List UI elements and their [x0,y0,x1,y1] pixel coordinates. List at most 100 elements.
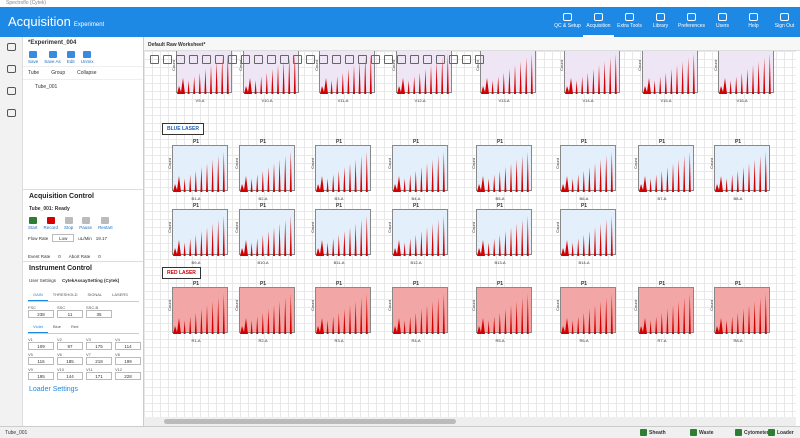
toolbar-tool-icon[interactable] [202,55,211,64]
nav-users[interactable]: Users [707,13,738,29]
gain-input[interactable]: 199 [115,357,141,365]
histogram-plot[interactable]: P1 Count B10-A [231,203,296,265]
toolbar-tool-icon[interactable] [306,55,315,64]
toolbar-tool-icon[interactable] [371,55,380,64]
nav-extra-tools[interactable]: Extra Tools [614,13,645,29]
tab-gain[interactable]: GAIN [28,289,48,301]
nav-qc-setup[interactable]: QC & Setup [552,13,583,29]
gain-input[interactable]: 218 [86,357,112,365]
toolbar-tool-icon[interactable] [423,55,432,64]
gain-input[interactable]: 114 [115,342,141,350]
pause-button[interactable]: Pause [79,217,92,230]
tab-lasers[interactable]: LASERS [107,289,133,301]
histogram-plot[interactable]: P1 Count B13-A [468,203,533,265]
toolbar-tool-icon[interactable] [228,55,237,64]
flow-rate-select[interactable]: Low [52,234,75,242]
toolbar-tool-icon[interactable] [358,55,367,64]
gain-input[interactable]: 195 [28,372,54,380]
horizontal-scrollbar[interactable] [144,417,796,426]
action-edit[interactable]: Edit [66,51,75,64]
histogram-plot[interactable]: P1 Count R5-A [468,281,533,343]
histogram-plot[interactable]: P1CountV15-A [634,51,699,103]
histogram-plot[interactable]: P1 Count R4-A [384,281,449,343]
chart-icon[interactable] [6,65,16,73]
gain-input[interactable]: 175 [86,342,112,350]
toolbar-tool-icon[interactable] [436,55,445,64]
toolbar-tool-icon[interactable] [241,55,250,64]
histogram-plot[interactable]: P1 Count R7-A [630,281,695,343]
histogram-plot[interactable]: P1 Count B12-A [384,203,449,265]
gain-input[interactable]: 228 [115,372,141,380]
histogram-plot[interactable]: P1 Count R6-A [552,281,617,343]
histogram-plot[interactable]: P1 Count B11-A [307,203,372,265]
gain-input[interactable]: 35 [86,310,112,318]
histogram-plot[interactable]: P1CountV14-A [556,51,621,103]
nav-sign-out[interactable]: Sign Out [769,13,800,29]
nav-acquisition[interactable]: Acquisition [583,13,614,37]
subtab-red[interactable]: Red [66,321,83,333]
toolbar-tool-icon[interactable] [280,55,289,64]
histogram-plot[interactable]: P1 Count B3-A [307,139,372,201]
action-save[interactable]: Save [28,51,38,64]
tube-item[interactable]: Tube_001 [23,80,143,94]
toolbar-tool-icon[interactable] [319,55,328,64]
histogram-plot[interactable]: P1 Count B14-A [552,203,617,265]
histogram-plot[interactable]: P1 Count B4-A [384,139,449,201]
toolbar-tool-icon[interactable] [475,55,484,64]
gain-input[interactable]: 185 [57,357,83,365]
tree-header-1[interactable]: Group [51,70,65,76]
histogram-plot[interactable]: P1 Count B9-A [164,203,229,265]
toolbar-tool-icon[interactable] [384,55,393,64]
action-unmix[interactable]: Unmix [81,51,94,64]
gain-input[interactable]: 116 [28,357,54,365]
toolbar-tool-icon[interactable] [267,55,276,64]
histogram-plot[interactable]: P1 Count B2-A [231,139,296,201]
toolbar-tool-icon[interactable] [189,55,198,64]
toolbar-tool-icon[interactable] [150,55,159,64]
histogram-plot[interactable]: P1 Count B7-A [630,139,695,201]
toolbar-tool-icon[interactable] [254,55,263,64]
toolbar-tool-icon[interactable] [397,55,406,64]
toolbar-tool-icon[interactable] [215,55,224,64]
worksheet-tab[interactable]: Default Raw Worksheet* [148,42,205,48]
gain-input[interactable]: 144 [57,372,83,380]
gain-input[interactable]: 238 [28,310,54,318]
tree-header-0[interactable]: Tube [28,70,39,76]
histogram-plot[interactable]: P1 Count B8-A [706,139,771,201]
gain-input[interactable]: 171 [86,372,112,380]
nav-preferences[interactable]: Preferences [676,13,707,29]
worksheet-canvas[interactable]: P1CountV9-AP1CountV10-AP1CountV11-AP1Cou… [144,51,796,417]
subtab-blue[interactable]: Blue [48,321,66,333]
record-button[interactable]: Record [44,217,58,230]
nav-library[interactable]: Library [645,13,676,29]
histogram-plot[interactable]: P1CountV16-A [710,51,775,103]
toolbar-tool-icon[interactable] [410,55,419,64]
gain-input[interactable]: 11 [57,310,83,318]
histogram-plot[interactable]: P1 Count B1-A [164,139,229,201]
graph-icon[interactable] [6,109,16,117]
histogram-plot[interactable]: P1 Count R3-A [307,281,372,343]
action-save-as[interactable]: Save As [44,51,61,64]
tab-signal[interactable]: SIGNAL [82,289,107,301]
flask-icon[interactable] [6,43,16,51]
loader-settings[interactable]: Loader Settings [23,380,143,399]
start-button[interactable]: Start [28,217,38,230]
tab-threshold[interactable]: THRESHOLD [48,289,83,301]
subtab-violet[interactable]: Violet [28,321,48,333]
toolbar-tool-icon[interactable] [449,55,458,64]
user-settings-select[interactable]: CytekAssaySetting (Cytek) [62,278,119,283]
nav-help[interactable]: Help [738,13,769,29]
histogram-plot[interactable]: P1 Count B5-A [468,139,533,201]
restart-button[interactable]: Restart [98,217,113,230]
gain-input[interactable]: 109 [28,342,54,350]
toolbar-tool-icon[interactable] [176,55,185,64]
histogram-plot[interactable]: P1 Count B6-A [552,139,617,201]
toolbar-tool-icon[interactable] [293,55,302,64]
toolbar-tool-icon[interactable] [462,55,471,64]
tree-header-2[interactable]: Collapse [77,70,96,76]
stop-button[interactable]: Stop [64,217,73,230]
toolbar-tool-icon[interactable] [345,55,354,64]
histogram-plot[interactable]: P1 Count R1-A [164,281,229,343]
histogram-plot[interactable]: P1 Count R2-A [231,281,296,343]
grid-icon[interactable] [6,87,16,95]
